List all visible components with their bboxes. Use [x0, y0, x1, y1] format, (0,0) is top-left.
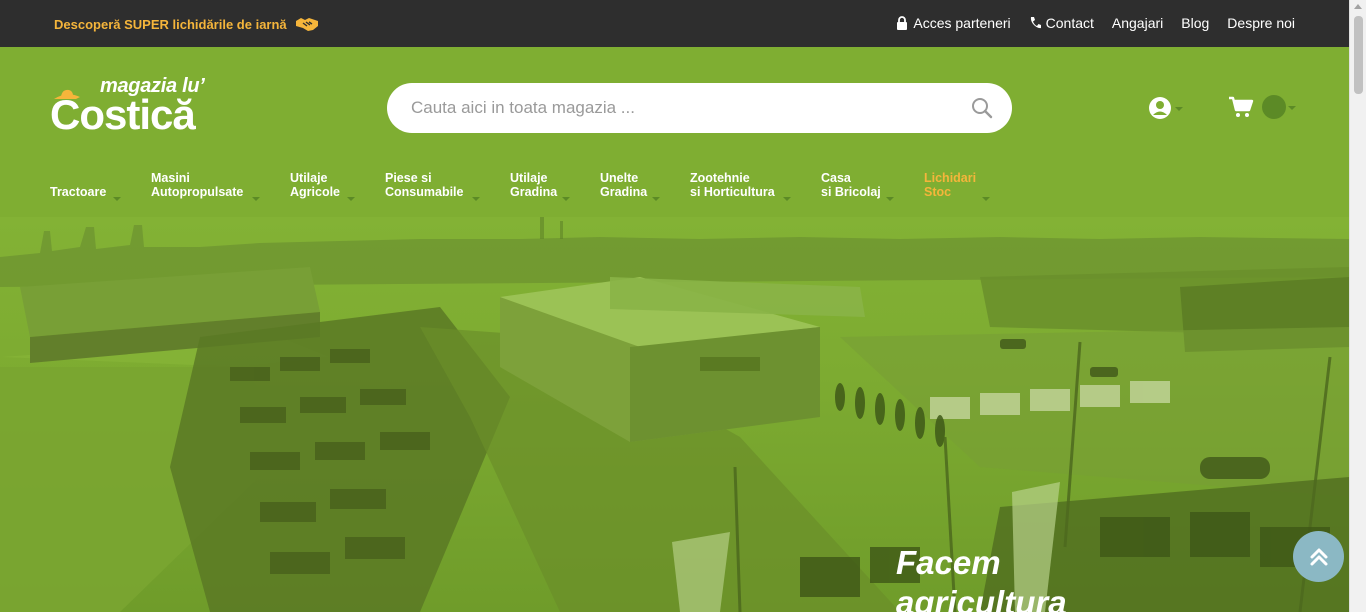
scrollbar-thumb[interactable]	[1354, 16, 1363, 94]
user-icon	[1149, 97, 1171, 119]
nav-item-lichidari-stoc[interactable]: Lichidari Stoc	[924, 171, 976, 199]
nav-item-label: Tractoare	[50, 185, 107, 199]
nav-item-casa-bricolaj[interactable]: Casa si Bricolaj	[821, 171, 881, 199]
handshake-icon	[295, 16, 319, 32]
nav-item-label: Utilaje Gradina	[510, 171, 558, 199]
nav-item-masini-autopropulsate[interactable]: Masini Autopropulsate	[151, 171, 243, 199]
promo-text[interactable]: Descoperă SUPER lichidările de iarnă	[54, 17, 287, 32]
hero-banner: Facem agricultura	[0, 217, 1349, 612]
nav-chevron-down-icon	[783, 197, 791, 201]
double-chevron-up-icon	[1310, 548, 1327, 565]
nav-item-label: Lichidari Stoc	[924, 171, 977, 199]
nav-item-piese-consumabile[interactable]: Piese si Consumabile	[385, 171, 464, 199]
nav-item-utilaje-gradina[interactable]: Utilaje Gradina	[510, 171, 557, 199]
partner-access-label[interactable]: Acces parteneri	[913, 15, 1010, 31]
nav-chevron-down-icon	[347, 197, 355, 201]
contact-label[interactable]: Contact	[1046, 15, 1094, 31]
search-icon[interactable]	[970, 96, 994, 120]
search-input[interactable]	[411, 98, 951, 118]
account-button[interactable]	[1148, 96, 1183, 120]
lock-icon	[897, 16, 908, 30]
page-scrollbar[interactable]	[1349, 0, 1366, 612]
nav-item-label: Masini Autopropulsate	[151, 171, 244, 199]
search-bar	[387, 83, 1012, 133]
top-bar: Descoperă SUPER lichidările de iarnă Acc…	[0, 0, 1349, 47]
cart-count-badge	[1262, 95, 1286, 119]
nav-chevron-down-icon	[652, 197, 660, 201]
promo-link[interactable]: Descoperă SUPER lichidările de iarnă	[54, 16, 319, 32]
partner-access-link[interactable]: Acces parteneri	[896, 15, 1011, 31]
about-label[interactable]: Despre noi	[1227, 15, 1295, 31]
nav-item-label: Unelte Gradina	[600, 171, 648, 199]
nav-item-zootehnie-horticultura[interactable]: Zootehnie si Horticultura	[690, 171, 775, 199]
back-to-top-button[interactable]	[1293, 531, 1344, 582]
nav-item-tractoare[interactable]: Tractoare	[50, 185, 106, 199]
blog-label[interactable]: Blog	[1181, 15, 1209, 31]
nav-chevron-down-icon	[252, 197, 260, 201]
logo-line2: Costică	[50, 91, 196, 138]
nav-item-label: Utilaje Agricole	[290, 171, 341, 199]
phone-icon	[1030, 17, 1041, 29]
site-logo[interactable]: magazia lu’ Costică	[50, 75, 225, 139]
scroll-up-arrow-icon[interactable]	[1354, 4, 1362, 9]
hero-aerial-photo	[0, 217, 1349, 612]
top-links: Acces parteneri Contact Angajari Blog De…	[896, 15, 1295, 31]
nav-chevron-down-icon	[113, 197, 121, 201]
hero-title: Facem agricultura	[896, 544, 1067, 612]
nav-item-label: Piese si Consumabile	[385, 171, 464, 199]
about-link[interactable]: Despre noi	[1227, 15, 1295, 31]
cart-icon	[1229, 96, 1254, 117]
nav-chevron-down-icon	[562, 197, 570, 201]
nav-chevron-down-icon	[886, 197, 894, 201]
careers-label[interactable]: Angajari	[1112, 15, 1163, 31]
cart-button[interactable]	[1228, 95, 1296, 119]
nav-chevron-down-icon	[472, 197, 480, 201]
nav-item-label: Zootehnie si Horticultura	[690, 171, 775, 199]
careers-link[interactable]: Angajari	[1112, 15, 1163, 31]
site-header: magazia lu’ Costică Tractoare Masini Aut…	[0, 47, 1349, 217]
account-chevron-down-icon	[1175, 107, 1183, 111]
nav-item-unelte-gradina[interactable]: Unelte Gradina	[600, 171, 647, 199]
nav-item-label: Casa si Bricolaj	[821, 171, 881, 199]
blog-link[interactable]: Blog	[1181, 15, 1209, 31]
main-nav: Tractoare Masini Autopropulsate Utilaje …	[0, 171, 1349, 211]
nav-chevron-down-icon	[982, 197, 990, 201]
contact-link[interactable]: Contact	[1029, 15, 1094, 31]
cart-chevron-down-icon	[1288, 106, 1296, 110]
nav-item-utilaje-agricole[interactable]: Utilaje Agricole	[290, 171, 340, 199]
